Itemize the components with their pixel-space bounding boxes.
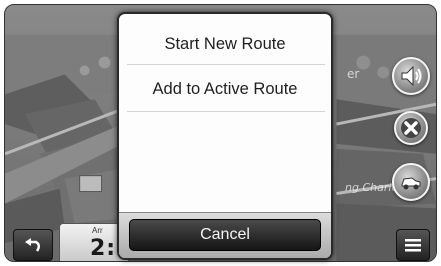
car-icon xyxy=(401,177,421,190)
divider xyxy=(127,64,325,65)
stop-route-button[interactable] xyxy=(394,111,428,145)
volume-button[interactable] xyxy=(392,57,430,95)
arrival-label: Arr xyxy=(92,226,103,235)
dialog-footer: Cancel xyxy=(119,212,331,258)
menu-button[interactable] xyxy=(396,229,430,261)
menu-icon xyxy=(405,239,421,252)
services-button[interactable] xyxy=(392,163,430,201)
cancel-button[interactable]: Cancel xyxy=(129,219,321,251)
divider xyxy=(127,111,325,112)
back-arrow-icon xyxy=(25,238,40,252)
map-street-label: er xyxy=(347,67,360,81)
start-new-route-option[interactable]: Start New Route xyxy=(119,24,331,64)
back-button[interactable] xyxy=(13,229,53,261)
speaker-icon xyxy=(401,65,422,87)
route-options-dialog: Start New Route Add to Active Route Canc… xyxy=(117,12,333,260)
close-x-icon xyxy=(401,118,421,138)
add-to-active-route-option[interactable]: Add to Active Route xyxy=(119,67,331,111)
